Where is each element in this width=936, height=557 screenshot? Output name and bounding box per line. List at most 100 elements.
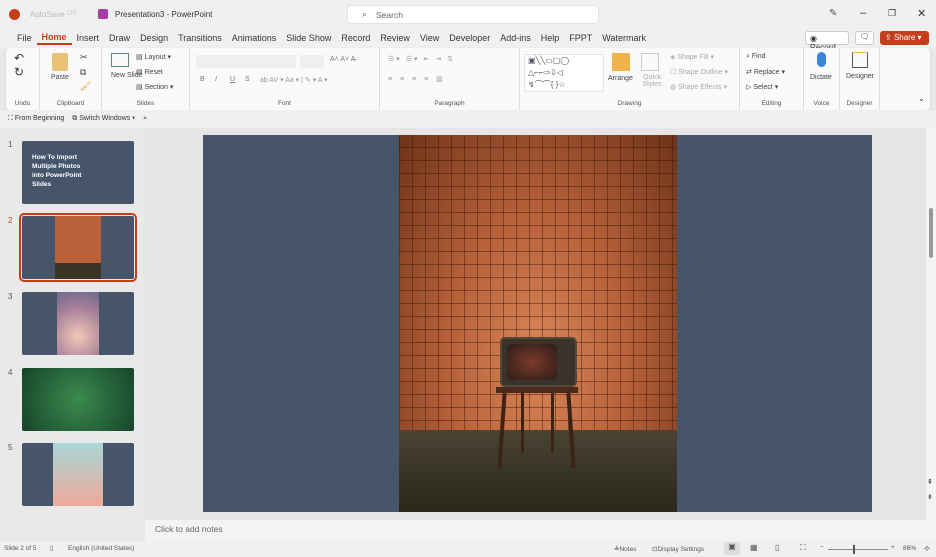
reading-view-button[interactable]: ▯ [775,543,779,552]
collapse-ribbon-icon[interactable]: ⌄ [918,94,925,103]
search-box[interactable]: ⌕ Search [347,5,599,24]
tab-design[interactable]: Design [135,33,173,43]
slide-sorter-button[interactable]: ▦ [750,543,758,552]
slides-group-label: Slides [136,100,155,107]
shape-fill-button[interactable]: ◈ Shape Fill ▾ [670,53,714,61]
undo-icon[interactable]: ↶ [14,51,24,65]
close-button[interactable]: ✕ [917,7,926,20]
zoom-level[interactable]: 86% [903,545,916,552]
italic-button[interactable]: I [215,76,217,83]
slide-thumbnail-2[interactable] [19,213,137,282]
quick-styles-icon[interactable] [641,53,659,71]
undo-group-label: Undo [14,100,31,107]
tab-review[interactable]: Review [375,33,415,43]
from-beginning-button[interactable]: ⛶ From Beginning [8,115,64,123]
font-size-dropdown[interactable] [300,55,324,68]
tab-slide-show[interactable]: Slide Show [281,33,336,43]
microphone-icon[interactable] [817,52,826,67]
comments-button[interactable]: 🗨 [855,31,874,45]
minimize-button[interactable]: – [860,7,866,19]
autosave-label[interactable]: AutoSave [30,10,65,19]
zoom-out-button[interactable]: − [820,544,824,551]
bold-button[interactable]: B [200,76,205,83]
section-button[interactable]: ▤ Section ▾ [136,83,173,91]
vertical-scrollbar[interactable]: ⇞ ⇟ [926,128,936,520]
zoom-slider-thumb[interactable] [853,545,855,554]
designer-icon[interactable] [852,52,868,68]
undo-group: ↶ ↻ Undo [6,48,40,110]
reset-button[interactable]: ▤ Reset [136,68,163,76]
slide-show-button[interactable]: ⛶ [800,543,806,553]
zoom-in-button[interactable]: + [891,544,895,551]
tab-file[interactable]: File [12,33,37,43]
tab-help[interactable]: Help [536,33,565,43]
notes-pane[interactable]: Click to add notes [145,520,936,541]
tab-insert[interactable]: Insert [72,33,105,43]
font-name-dropdown[interactable] [196,55,296,68]
tab-view[interactable]: View [415,33,444,43]
notes-button[interactable]: ≜Notes [614,545,636,553]
save-icon[interactable] [98,9,108,19]
tab-fppt[interactable]: FPPT [564,33,597,43]
slide-thumbnail-4[interactable] [22,368,134,431]
strikethrough-button[interactable]: S [245,76,250,83]
share-button[interactable]: ⇪ Share ▾ [880,31,929,45]
stool-leg [521,393,524,453]
font-extra-buttons[interactable]: ab AV ▾ Aa ▾ | ✎ ▾ A ▾ [260,76,328,84]
next-slide-icon[interactable]: ⇟ [927,493,933,501]
tab-record[interactable]: Record [336,33,375,43]
find-button[interactable]: ⌕ Find [746,53,766,61]
display-settings-button[interactable]: ⊡Display Settings [652,545,704,553]
align-buttons[interactable]: ≡ ≡ ≡ ≡ ▥ [388,75,446,83]
underline-button[interactable]: U [230,76,235,83]
new-slide-icon[interactable] [111,53,129,67]
paste-button[interactable]: Paste [51,74,69,81]
editing-group-label: Editing [761,100,782,107]
scrollbar-thumb[interactable] [929,208,933,258]
clipboard-group: Paste ✂ ⧉ 🖌 Clipboard [40,48,102,110]
record-button[interactable]: ◉ Record [805,31,849,52]
pen-icon[interactable]: ✎ [829,8,837,19]
shapes-gallery[interactable]: ▣╲╲▭▢◯ △⌐⌐⇨⇩◁ ↯⌒⌒{ }☆ [524,54,604,92]
copy-icon[interactable]: ⧉ [80,67,86,78]
paste-icon[interactable] [52,53,68,71]
customize-qat-icon[interactable]: ⩡ [143,115,147,123]
layout-button[interactable]: ▤ Layout ▾ [136,53,171,61]
tv-screen [507,344,557,380]
switch-windows-button[interactable]: ⧉ Switch Windows ▾ [72,115,135,123]
font-size-buttons[interactable]: A˄ A˅ A̶ [330,56,355,63]
arrange-icon[interactable] [612,53,630,71]
replace-button[interactable]: ⇄ Replace ▾ [746,68,785,76]
share-label: Share [893,33,916,42]
slide-photo-tv-on-stool[interactable] [399,135,677,512]
slide-thumbnail-1[interactable]: How To Import Multiple Photos into Power… [22,141,134,204]
fit-to-window-icon[interactable]: ⟡ [924,543,930,554]
previous-slide-icon[interactable]: ⇞ [927,478,933,486]
language-status[interactable]: English (United States) [68,545,134,552]
autosave-toggle[interactable]: Off [67,10,76,17]
shape-effects-button[interactable]: ◍ Shape Effects ▾ [670,83,727,91]
select-button[interactable]: ▷ Select ▾ [746,83,778,91]
cut-icon[interactable]: ✂ [80,52,88,63]
dictate-button[interactable]: Dictate [810,74,832,81]
slide-thumbnail-5[interactable] [22,443,134,506]
tab-draw[interactable]: Draw [104,33,135,43]
redo-icon[interactable]: ↻ [14,65,24,79]
shape-outline-button[interactable]: ☐ Shape Outline ▾ [670,68,728,76]
tab-home[interactable]: Home [36,32,72,45]
slide-thumbnail-3[interactable] [22,292,134,355]
restore-button[interactable]: ❐ [888,8,896,19]
normal-view-button[interactable]: ▣ [724,542,740,555]
quick-styles-button[interactable]: Quick Styles [638,74,666,88]
tab-animations[interactable]: Animations [227,33,282,43]
tab-transitions[interactable]: Transitions [173,33,227,43]
list-buttons[interactable]: ☰▾ ☰▾ ⇤ ⇥ ⇅ [388,55,455,63]
zoom-slider[interactable] [828,549,888,550]
arrange-button[interactable]: Arrange [608,75,633,82]
designer-button[interactable]: Designer [846,73,874,80]
tab-watermark[interactable]: Watermark [597,33,651,43]
tab-add-ins[interactable]: Add-ins [495,33,536,43]
format-painter-icon[interactable]: 🖌 [80,81,91,92]
tab-developer[interactable]: Developer [444,33,495,43]
accessibility-icon[interactable]: ▯ [50,544,54,552]
